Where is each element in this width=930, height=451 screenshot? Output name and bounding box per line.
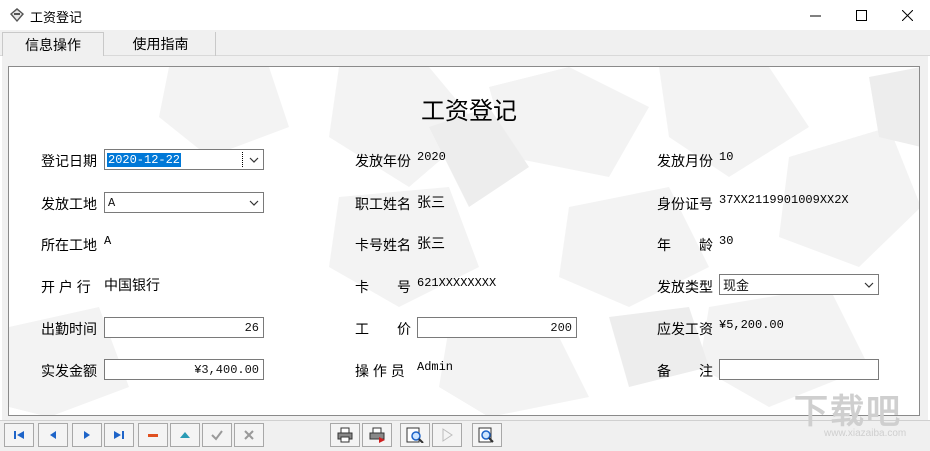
remark-label: 备 注	[657, 363, 713, 379]
next-icon	[84, 431, 90, 439]
last-record-button[interactable]	[104, 423, 134, 447]
edit-icon	[180, 432, 190, 438]
attendance-label: 出勤时间	[41, 321, 97, 337]
watermark: 下载吧 www.xiazaiba.com	[794, 384, 924, 446]
pay-month-label: 发放月份	[657, 153, 713, 169]
close-button[interactable]	[884, 0, 930, 30]
card-no-value: 621XXXXXXXX	[417, 276, 497, 290]
print-icon	[337, 427, 353, 443]
staff-name-value: 张三	[417, 194, 445, 210]
due-salary-label: 应发工资	[657, 321, 713, 337]
unit-price-label: 工 价	[355, 321, 411, 337]
staff-name-label: 职工姓名	[355, 196, 411, 212]
minimize-icon	[809, 15, 821, 16]
card-no-label: 卡 号	[355, 279, 411, 295]
pay-site-label: 发放工地	[41, 196, 97, 212]
operator-value: Admin	[417, 360, 454, 374]
first-record-button[interactable]	[4, 423, 34, 447]
reg-date-picker[interactable]: 2020-12-22	[104, 149, 264, 170]
card-name-label: 卡号姓名	[355, 237, 411, 253]
actual-amount-input[interactable]: ¥3,400.00	[104, 359, 264, 380]
play-button[interactable]	[432, 423, 462, 447]
print-export-button[interactable]	[362, 423, 392, 447]
card-name-value: 张三	[417, 235, 445, 251]
attendance-input[interactable]: 26	[104, 317, 264, 338]
prev-record-button[interactable]	[38, 423, 68, 447]
pay-year-value: 2020	[417, 150, 446, 164]
form-title: 工资登记	[421, 98, 517, 125]
pay-year-label: 发放年份	[355, 153, 411, 169]
tab-info-operation[interactable]: 信息操作	[2, 32, 104, 56]
preview-icon	[406, 427, 424, 443]
title-bar: 工资登记	[0, 0, 930, 30]
due-salary-value: ¥5,200.00	[719, 318, 784, 332]
chevron-down-icon[interactable]	[860, 275, 878, 294]
pay-site-select[interactable]: A	[104, 192, 264, 213]
reg-date-value: 2020-12-22	[107, 152, 182, 167]
site-label: 所在工地	[41, 237, 97, 253]
edit-record-button[interactable]	[170, 423, 200, 447]
first-icon	[14, 431, 24, 439]
actual-amount-label: 实发金额	[41, 363, 97, 379]
pay-type-select[interactable]: 现金	[719, 274, 879, 295]
pay-type-value: 现金	[723, 278, 750, 293]
tab-strip: 信息操作 使用指南	[0, 30, 930, 56]
tab-user-guide[interactable]: 使用指南	[106, 32, 216, 56]
cancel-record-button[interactable]	[234, 423, 264, 447]
watermark-url: www.xiazaiba.com	[824, 428, 907, 439]
bank-label: 开 户 行	[41, 279, 91, 295]
remark-input[interactable]	[719, 359, 879, 380]
print-export-icon	[369, 427, 385, 443]
post-record-button[interactable]	[202, 423, 232, 447]
chevron-down-icon[interactable]	[245, 150, 263, 169]
window-title: 工资登记	[30, 10, 83, 25]
delete-record-button[interactable]	[138, 423, 168, 447]
next-record-button[interactable]	[72, 423, 102, 447]
print-button[interactable]	[330, 423, 360, 447]
unit-price-input[interactable]: 200	[417, 317, 577, 338]
record-navigation-toolbar	[0, 420, 930, 451]
bank-value: 中国银行	[104, 277, 160, 293]
prev-icon	[50, 431, 56, 439]
id-number-value: 37XX2119901009XX2X	[719, 193, 849, 207]
close-icon	[901, 9, 913, 21]
age-label: 年 龄	[657, 237, 713, 253]
operator-label: 操 作 员	[355, 363, 405, 379]
pay-month-value: 10	[719, 150, 734, 164]
last-icon	[114, 431, 124, 439]
find-button[interactable]	[472, 423, 502, 447]
maximize-icon	[855, 9, 867, 21]
pay-type-label: 发放类型	[657, 279, 713, 295]
site-value: A	[104, 234, 112, 248]
delete-icon	[148, 434, 158, 437]
chevron-down-icon[interactable]	[245, 193, 263, 212]
play-icon	[442, 428, 453, 442]
minimize-button[interactable]	[792, 0, 838, 30]
age-value: 30	[719, 234, 734, 248]
watermark-text: 下载吧	[794, 393, 902, 431]
reg-date-label: 登记日期	[41, 153, 97, 169]
id-number-label: 身份证号	[657, 196, 713, 212]
pay-site-value: A	[108, 195, 116, 210]
preview-button[interactable]	[400, 423, 430, 447]
confirm-icon	[211, 430, 223, 441]
app-icon	[10, 8, 24, 22]
salary-form: 工资登记 登记日期 2020-12-22 发放年份 2020 发放月份 10 发…	[8, 66, 920, 416]
maximize-button[interactable]	[838, 0, 884, 30]
cancel-icon	[244, 430, 254, 440]
search-icon	[478, 427, 494, 443]
